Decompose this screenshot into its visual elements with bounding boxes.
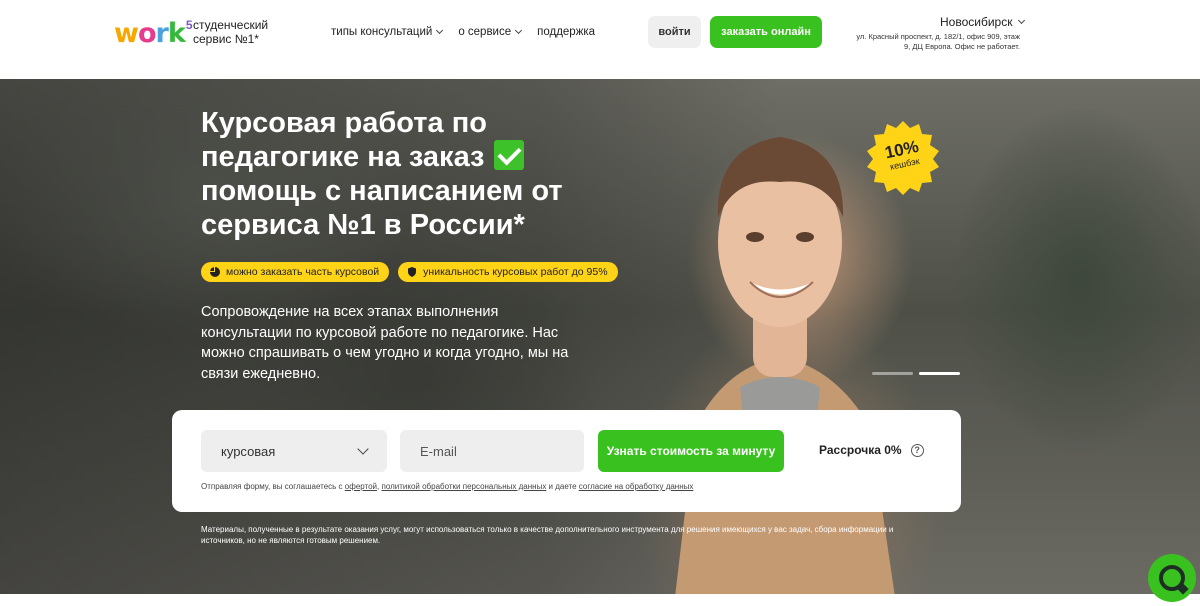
page-bottom <box>0 594 1200 606</box>
hero-title-main: Курсовая работа по педагогике на заказ <box>201 107 487 173</box>
nav-item-label: о сервисе <box>458 26 512 38</box>
chevron-down-icon <box>1018 16 1026 25</box>
order-online-button[interactable]: заказать онлайн <box>710 16 822 48</box>
badge-label: можно заказать часть курсовой <box>226 266 380 278</box>
office-address: ул. Красный проспект, д. 182/1, офис 909… <box>856 32 1020 51</box>
badge-label: уникальность курсовых работ до 95% <box>423 266 608 278</box>
privacy-policy-link[interactable]: политикой обработки персональных данных <box>382 482 547 491</box>
site-header: work 5 студенческий сервис №1* типы конс… <box>0 0 1200 79</box>
disclaimer-text: Материалы, полученные в результате оказа… <box>201 525 894 545</box>
agree-prefix: Отправляя форму, вы соглашаетесь с <box>201 482 343 491</box>
badge-partial-order: можно заказать часть курсовой <box>201 262 390 282</box>
help-icon[interactable]: ? <box>910 443 924 457</box>
main-nav: типы консультаций о сервисе поддержка <box>331 26 595 38</box>
chat-bubble-icon <box>1159 565 1185 591</box>
badge-uniqueness: уникальность курсовых работ до 95% <box>398 262 618 282</box>
nav-about[interactable]: о сервисе <box>458 26 523 38</box>
slider-dot[interactable] <box>872 372 913 375</box>
logo-wordmark: work <box>114 18 186 49</box>
nav-support[interactable]: поддержка <box>537 26 595 38</box>
work-type-select[interactable]: курсовая <box>201 430 387 472</box>
form-agreement: Отправляя форму, вы соглашаетесь с оферт… <box>201 482 693 491</box>
offer-link[interactable]: офертой <box>345 482 377 491</box>
work-type-value: курсовая <box>221 443 276 459</box>
hero-badges: можно заказать часть курсовой уникальнос… <box>201 262 618 282</box>
pie-chart-icon <box>210 267 220 277</box>
hero-title-rest: помощь с написанием от сервиса №1 в Росс… <box>201 175 563 241</box>
city-selector[interactable]: Новосибирск <box>940 15 1026 29</box>
logo-superscript: 5 <box>185 18 193 32</box>
slider-dots <box>872 372 960 375</box>
slider-dot-active[interactable] <box>919 372 960 375</box>
email-input[interactable] <box>400 430 584 472</box>
city-name: Новосибирск <box>940 15 1013 29</box>
consent-link[interactable]: согласие на обработку данных <box>579 482 694 491</box>
chat-widget-button[interactable] <box>1148 554 1196 602</box>
get-cost-button[interactable]: Узнать стоимость за минуту <box>598 430 784 472</box>
agree-mid: и даете <box>548 482 577 491</box>
agree-separator: , <box>377 482 380 491</box>
nav-consultation-types[interactable]: типы консультаций <box>331 26 444 38</box>
hero-description: Сопровождение на всех этапах выполнения … <box>201 304 569 382</box>
shield-icon <box>408 267 417 277</box>
site-logo[interactable]: work 5 <box>114 18 193 48</box>
nav-item-label: типы консультаций <box>331 26 433 38</box>
hero-title: Курсовая работа по педагогике на заказ п… <box>201 106 601 242</box>
installment-info: Рассрочка 0% ? <box>819 443 924 457</box>
header-slogan: студенческий сервис №1* <box>193 18 269 46</box>
cost-form: курсовая Узнать стоимость за минуту Расс… <box>172 410 961 512</box>
installment-label: Рассрочка 0% <box>819 443 902 457</box>
login-button[interactable]: войти <box>648 16 701 48</box>
nav-item-label: поддержка <box>537 26 596 38</box>
hero-section: Курсовая работа по педагогике на заказ п… <box>0 79 1200 594</box>
checkmark-icon <box>494 140 525 170</box>
chevron-down-icon <box>357 443 369 455</box>
chevron-down-icon <box>515 26 523 35</box>
chevron-down-icon <box>436 26 444 35</box>
